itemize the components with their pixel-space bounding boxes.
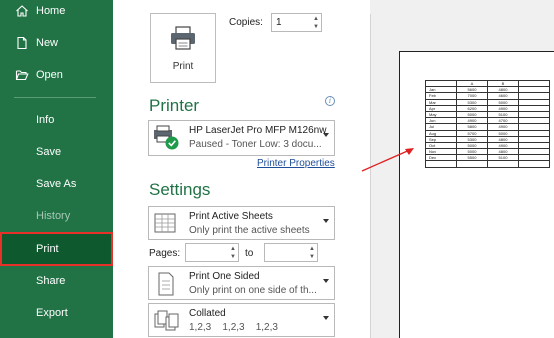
print-button-label: Print	[172, 61, 194, 72]
active-sheets-icon	[153, 211, 179, 237]
preview-sheet-table: A B Jan 5600 4800 Feb 7000 4600 Mar 5300 5000 Apr 62…	[425, 79, 550, 168]
print-what-subtitle: Only print the active sheets	[189, 225, 310, 236]
print-sides-title: Print One Sided	[189, 271, 260, 282]
sidebar-item-label: Info	[36, 114, 55, 126]
print-what-dropdown[interactable]: Print Active Sheets Only print the activ…	[148, 206, 335, 240]
sidebar-item-new[interactable]: New	[0, 28, 113, 58]
pages-to-input[interactable]: ▲ ▼	[264, 243, 318, 262]
home-icon	[14, 3, 30, 19]
printer-heading: Printer	[149, 96, 200, 115]
panel-divider	[370, 14, 371, 338]
pages-to-label: to	[245, 248, 254, 259]
print-what-title: Print Active Sheets	[189, 211, 273, 222]
sidebar-item-share[interactable]: Share	[0, 266, 113, 296]
collation-dropdown[interactable]: Collated 1,2,3 1,2,3 1,2,3	[148, 303, 335, 337]
sidebar-item-label: New	[36, 37, 59, 49]
print-sides-subtitle: Only print on one side of th...	[189, 285, 317, 296]
table-row	[425, 160, 550, 168]
one-sided-page-icon	[153, 271, 179, 297]
sidebar-item-export[interactable]: Export	[0, 298, 113, 328]
chevron-down-icon	[323, 133, 329, 137]
sidebar-item-info[interactable]: Info	[0, 105, 113, 135]
annotation-arrow-icon	[361, 148, 414, 172]
info-icon[interactable]: i	[325, 96, 335, 106]
printer-ready-icon	[153, 125, 179, 151]
stepper-arrows-icon[interactable]: ▲ ▼	[313, 15, 319, 31]
table-cell	[518, 160, 550, 168]
sidebar-item-home[interactable]: Home	[0, 0, 113, 26]
sidebar-item-label: Print	[36, 243, 59, 255]
copies-label: Copies:	[229, 17, 263, 28]
sidebar-item-save-as[interactable]: Save As	[0, 169, 113, 199]
table-cell	[487, 160, 519, 168]
new-document-icon	[14, 35, 30, 51]
sidebar-item-label: Share	[36, 275, 66, 287]
printer-icon	[169, 26, 197, 55]
table-cell	[425, 160, 457, 168]
print-button[interactable]: Print	[150, 13, 216, 83]
sidebar-item-save[interactable]: Save	[0, 137, 113, 167]
printer-properties-link[interactable]: Printer Properties	[257, 158, 335, 169]
sidebar-item-label: Home	[36, 5, 66, 17]
sidebar-item-label: Open	[36, 69, 63, 81]
pages-label: Pages:	[149, 248, 181, 259]
collated-pages-icon	[153, 308, 179, 334]
copies-value: 1	[276, 17, 282, 28]
stepper-arrows-icon[interactable]: ▲ ▼	[230, 245, 236, 261]
table-cell	[456, 160, 488, 168]
sidebar-item-label: Export	[36, 307, 68, 319]
backstage-sidebar: Home New Open Info Save Save As History …	[0, 0, 113, 338]
sidebar-item-open[interactable]: Open	[0, 60, 113, 90]
chevron-down-icon	[323, 316, 329, 320]
settings-heading: Settings	[149, 180, 211, 199]
print-settings-panel: Print Copies: 1 ▲ ▼ Printer i HP LaserJet…	[113, 0, 370, 338]
sidebar-item-history: History	[0, 201, 113, 231]
sidebar-item-print[interactable]: Print	[0, 232, 113, 266]
printer-name: HP LaserJet Pro MFP M126nw	[189, 125, 327, 136]
chevron-down-icon	[323, 219, 329, 223]
printer-dropdown[interactable]: HP LaserJet Pro MFP M126nw Paused - Tone…	[148, 120, 335, 156]
sidebar-separator	[14, 97, 96, 98]
sidebar-item-label: History	[36, 210, 71, 222]
printer-status: Paused - Toner Low: 3 docu...	[189, 139, 322, 150]
stepper-arrows-icon[interactable]: ▲ ▼	[309, 245, 315, 261]
preview-page: A B Jan 5600 4800 Feb 7000 4600 Mar 5300 5000 Apr 62…	[399, 51, 554, 338]
chevron-down-icon	[323, 279, 329, 283]
pages-from-input[interactable]: ▲ ▼	[185, 243, 239, 262]
print-sides-dropdown[interactable]: Print One Sided Only print on one side o…	[148, 266, 335, 300]
sidebar-item-label: Save	[36, 146, 62, 158]
collation-subtitle: 1,2,3 1,2,3 1,2,3	[189, 322, 278, 333]
copies-stepper[interactable]: 1 ▲ ▼	[271, 13, 322, 32]
collation-title: Collated	[189, 308, 226, 319]
open-folder-icon	[14, 67, 30, 83]
sidebar-item-label: Save As	[36, 178, 77, 190]
